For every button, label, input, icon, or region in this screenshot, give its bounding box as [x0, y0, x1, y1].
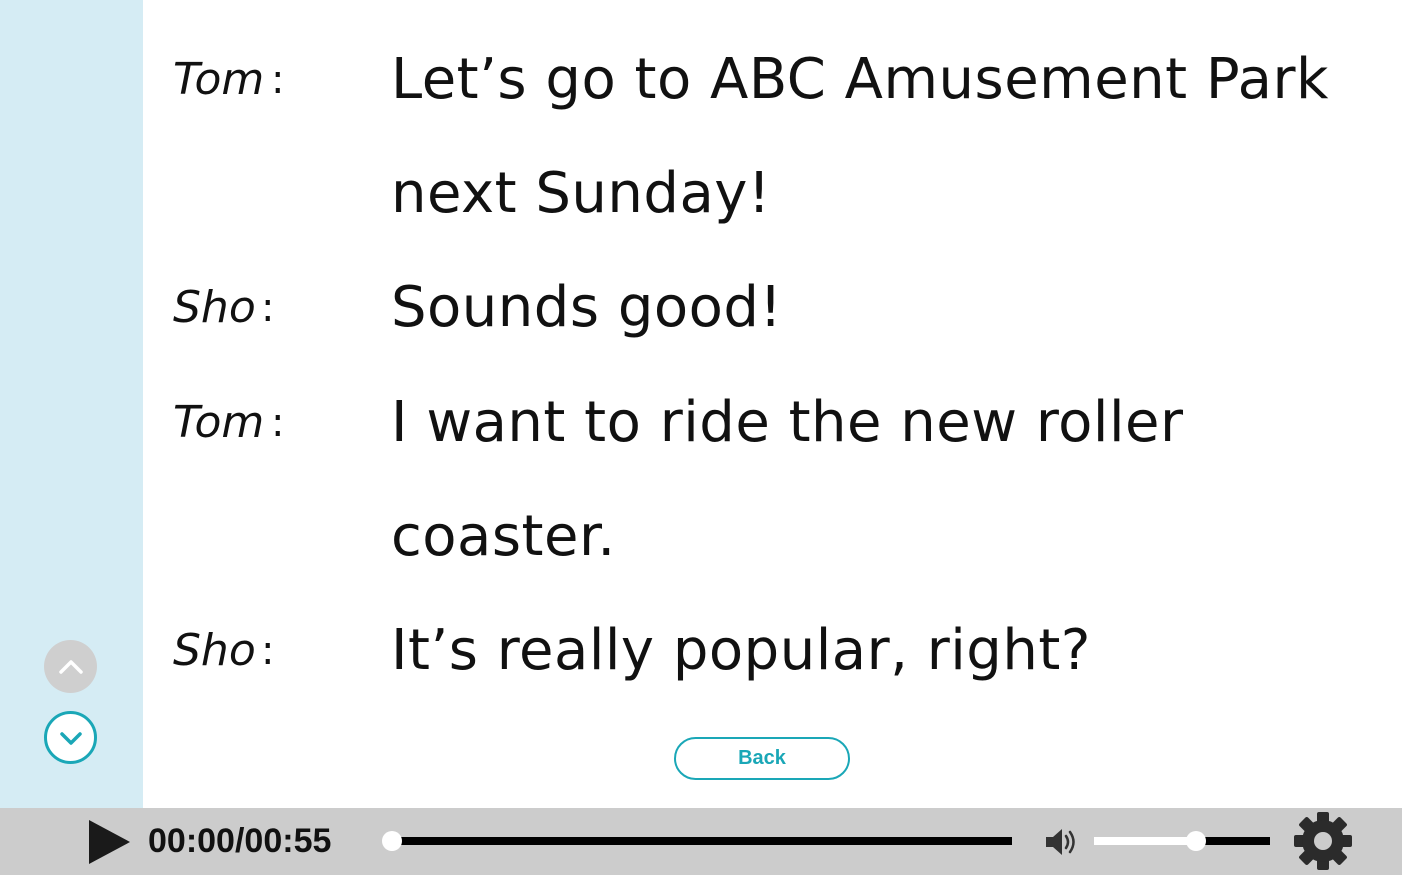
chevron-up-icon [58, 659, 83, 674]
utterance-text: next Sunday! [391, 161, 771, 226]
volume-thumb[interactable] [1186, 831, 1207, 851]
speaker-volume-icon[interactable] [1044, 825, 1080, 859]
dialogue-line: Sho : It’s really popular, right? [143, 611, 1402, 691]
utterance-text: Let’s go to ABC Amusement Park [391, 47, 1329, 112]
speaker-colon: : [261, 285, 275, 331]
current-time: 00:00 [148, 822, 235, 860]
scroll-up-button[interactable] [44, 640, 97, 693]
volume-track-empty [1196, 837, 1270, 845]
play-icon[interactable] [86, 818, 132, 866]
utterance-text: coaster. [391, 504, 616, 569]
dialogue-line: Tom : I want to ride the new roller [143, 383, 1402, 463]
dialogue-line: Tom : Let’s go to ABC Amusement Park [143, 40, 1402, 120]
duration-time: 00:55 [244, 822, 332, 860]
progress-slider[interactable] [382, 824, 1012, 858]
sidebar [0, 0, 143, 808]
utterance-text: I want to ride the new roller [391, 390, 1184, 455]
scroll-down-button[interactable] [44, 711, 97, 764]
dialogue-line: Sho : Sounds good! [143, 268, 1402, 348]
speaker-colon: : [261, 628, 275, 674]
time-display: 00:00/00:55 [148, 816, 331, 866]
speaker-name: Sho [173, 625, 256, 676]
dialogue-content: Tom : Let’s go to ABC Amusement Park nex… [143, 0, 1402, 808]
dialogue-line: next Sunday! [143, 154, 1402, 234]
speaker-name: Sho [173, 282, 256, 333]
time-separator: / [234, 822, 245, 860]
progress-track [392, 837, 1012, 845]
gear-icon[interactable] [1292, 810, 1354, 872]
speaker-colon: : [271, 57, 285, 103]
speaker-name: Tom [173, 54, 265, 105]
speaker-colon: : [271, 400, 285, 446]
audio-player-bar: 00:00/00:55 [0, 808, 1402, 875]
utterance-text: Sounds good! [391, 275, 783, 340]
volume-track-filled [1094, 837, 1197, 845]
back-button[interactable]: Back [674, 737, 850, 780]
volume-slider[interactable] [1094, 824, 1270, 858]
utterance-text: It’s really popular, right? [391, 618, 1092, 683]
dialogue-line: coaster. [143, 497, 1402, 577]
speaker-name: Tom [173, 397, 265, 448]
progress-thumb[interactable] [382, 831, 402, 851]
chevron-down-icon [59, 731, 82, 745]
